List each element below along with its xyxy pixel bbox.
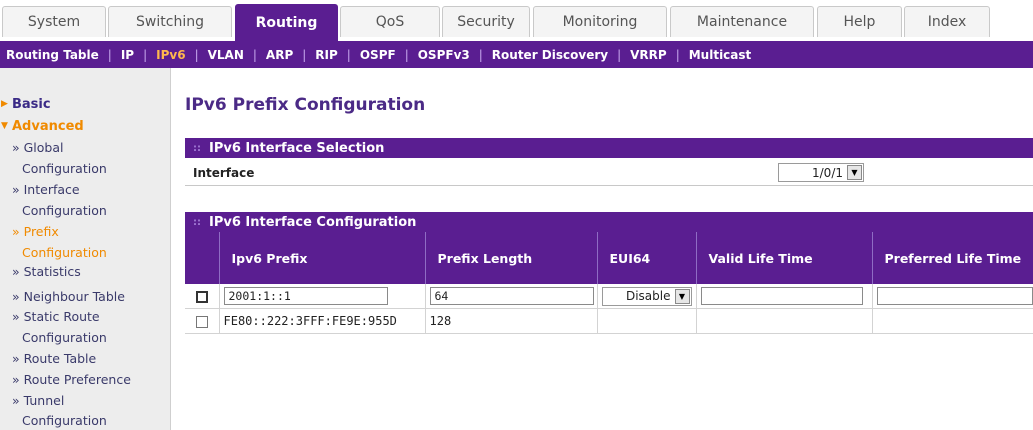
sidebar-item-statistics[interactable]: » Statistics	[12, 263, 81, 280]
prefix-length-input[interactable]: 64	[429, 287, 594, 305]
valid-life-time-value	[696, 308, 873, 334]
prefix-cell: 2001:1::1	[219, 284, 426, 309]
chevron-down-icon: ▼	[1, 121, 8, 131]
preferred-cell	[872, 284, 1033, 309]
row-checkbox[interactable]	[195, 290, 208, 303]
subnav-separator: |	[252, 47, 257, 62]
eui64-select-value: Disable	[625, 289, 671, 303]
dots-icon: ::	[193, 216, 201, 228]
tab-routing[interactable]: Routing	[235, 4, 338, 41]
sidebar-item-tunnel[interactable]: » Tunnel	[12, 392, 64, 409]
subnav-separator: |	[617, 47, 622, 62]
interface-configuration-header: :: IPv6 Interface Configuration	[185, 212, 1033, 232]
page-title: IPv6 Prefix Configuration	[185, 95, 426, 115]
sidebar-item-neighbour-table[interactable]: » Neighbour Table	[12, 288, 125, 305]
subnav-separator: |	[107, 47, 112, 62]
subnav-ospf[interactable]: OSPF	[360, 48, 396, 62]
sidebar-item-tunnel[interactable]: Configuration	[22, 412, 107, 429]
select-cell	[185, 308, 220, 334]
sidebar-item-static-route[interactable]: Configuration	[22, 329, 107, 346]
sidebar-item-route-table[interactable]: » Route Table	[12, 350, 96, 367]
subnav-multicast[interactable]: Multicast	[689, 48, 752, 62]
main-tabs: System Switching Routing QoS Security Mo…	[0, 0, 1033, 41]
tab-maintenance[interactable]: Maintenance	[670, 6, 814, 37]
sidebar-item-interface[interactable]: » Interface	[12, 181, 80, 198]
tab-qos[interactable]: QoS	[340, 6, 440, 37]
chevron-down-icon[interactable]: ▼	[847, 165, 862, 180]
table-header-row: Ipv6 Prefix Prefix Length EUI64 Valid Li…	[185, 232, 1033, 284]
column-header-eui64[interactable]: EUI64	[597, 232, 697, 284]
routing-subnav: Routing Table | IP | IPv6 | VLAN | ARP |…	[0, 41, 1033, 68]
subnav-ospfv3[interactable]: OSPFv3	[418, 48, 470, 62]
section-title: IPv6 Interface Configuration	[209, 214, 417, 230]
column-header-prefix[interactable]: Ipv6 Prefix	[219, 232, 426, 284]
subnav-router-discovery[interactable]: Router Discovery	[492, 48, 608, 62]
subnav-separator: |	[404, 47, 409, 62]
sidebar-item-interface[interactable]: Configuration	[22, 202, 107, 219]
subnav-ipv6[interactable]: IPv6	[156, 48, 185, 62]
subnav-vlan[interactable]: VLAN	[208, 48, 244, 62]
eui64-cell: Disable ▼	[597, 284, 697, 309]
sidebar-item-prefix[interactable]: Configuration	[22, 244, 107, 261]
tab-monitoring[interactable]: Monitoring	[533, 6, 667, 37]
valid-cell	[696, 284, 873, 309]
subnav-vrrp[interactable]: VRRP	[630, 48, 667, 62]
subnav-separator: |	[346, 47, 351, 62]
sidebar-item-global[interactable]: » Global	[12, 139, 64, 156]
tab-index[interactable]: Index	[904, 6, 990, 37]
prefix-input[interactable]: 2001:1::1	[223, 287, 388, 305]
sidebar-item-prefix[interactable]: » Prefix	[12, 223, 59, 240]
dots-icon: ::	[193, 142, 201, 154]
valid-life-time-input[interactable]	[700, 287, 863, 305]
column-header-prefix-length[interactable]: Prefix Length	[425, 232, 598, 284]
prefix-value: FE80::222:3FFF:FE9E:955D	[219, 308, 426, 334]
column-header-preferred-life-time[interactable]: Preferred Life Time	[872, 232, 1033, 284]
chevron-right-icon: ▶	[1, 99, 8, 109]
length-cell: 64	[425, 284, 598, 309]
section-title: IPv6 Interface Selection	[209, 140, 385, 156]
subnav-separator: |	[194, 47, 199, 62]
column-header-valid-life-time[interactable]: Valid Life Time	[696, 232, 873, 284]
eui64-value	[597, 308, 697, 334]
preferred-life-time-input[interactable]	[876, 287, 1033, 305]
subnav-arp[interactable]: ARP	[266, 48, 293, 62]
interface-row: Interface 1/0/1 ▼	[185, 161, 1033, 186]
subnav-separator: |	[302, 47, 307, 62]
sidebar-basic[interactable]: Basic	[12, 97, 51, 112]
tab-help[interactable]: Help	[817, 6, 902, 37]
sidebar-advanced[interactable]: Advanced	[12, 119, 84, 134]
tab-security[interactable]: Security	[442, 6, 530, 37]
subnav-rip[interactable]: RIP	[315, 48, 338, 62]
subnav-separator: |	[143, 47, 148, 62]
tab-system[interactable]: System	[2, 6, 106, 37]
interface-select-value: 1/0/1	[812, 165, 843, 180]
sidebar-item-static-route[interactable]: » Static Route	[12, 308, 100, 325]
interface-selection-header: :: IPv6 Interface Selection	[185, 138, 1033, 158]
column-header-select	[185, 232, 220, 284]
subnav-separator: |	[478, 47, 483, 62]
interface-select[interactable]: 1/0/1 ▼	[778, 163, 864, 182]
interface-label: Interface	[193, 166, 255, 180]
subnav-ip[interactable]: IP	[121, 48, 134, 62]
subnav-routing-table[interactable]: Routing Table	[6, 48, 99, 62]
table-row: FE80::222:3FFF:FE9E:955D 128	[185, 308, 1033, 334]
row-checkbox[interactable]	[195, 315, 208, 328]
sidebar: ▶ Basic ▼ Advanced » Global Configuratio…	[0, 68, 171, 430]
subnav-separator: |	[675, 47, 680, 62]
prefix-length-value: 128	[425, 308, 598, 334]
eui64-select[interactable]: Disable ▼	[601, 286, 692, 306]
prefix-table: Ipv6 Prefix Prefix Length EUI64 Valid Li…	[185, 232, 1033, 334]
select-cell	[185, 284, 220, 309]
tab-switching[interactable]: Switching	[108, 6, 232, 37]
sidebar-item-route-preference[interactable]: » Route Preference	[12, 371, 131, 388]
sidebar-item-global[interactable]: Configuration	[22, 160, 107, 177]
chevron-down-icon[interactable]: ▼	[674, 288, 690, 304]
table-input-row: 2001:1::1 64 Disable ▼	[185, 284, 1033, 309]
preferred-life-time-value	[872, 308, 1033, 334]
